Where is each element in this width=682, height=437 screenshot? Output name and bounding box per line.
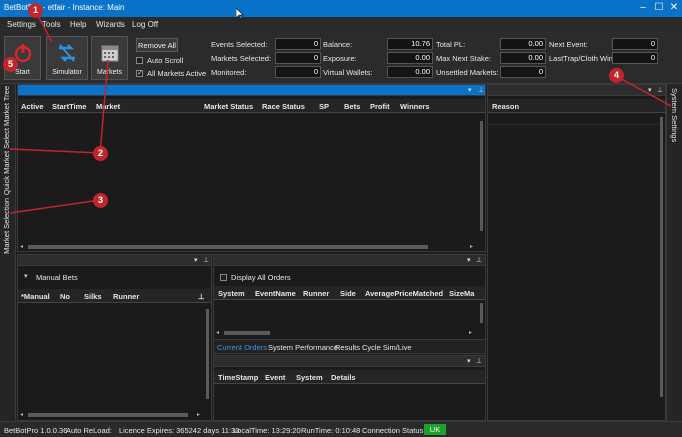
annotation-line-2a (99, 59, 109, 154)
annotation-marker-1: 1 (28, 3, 43, 18)
annotation-marker-4: 4 (609, 68, 624, 83)
annotation-line-3 (9, 199, 101, 214)
cursor-icon (236, 8, 244, 20)
annotation-line-4 (615, 75, 672, 107)
annotation-marker-2: 2 (93, 146, 108, 161)
annotation-lines (9, 11, 672, 214)
annotation-marker-5: 5 (3, 57, 18, 72)
annotation-marker-3: 3 (93, 193, 108, 208)
annotation-line-2b (9, 148, 101, 154)
